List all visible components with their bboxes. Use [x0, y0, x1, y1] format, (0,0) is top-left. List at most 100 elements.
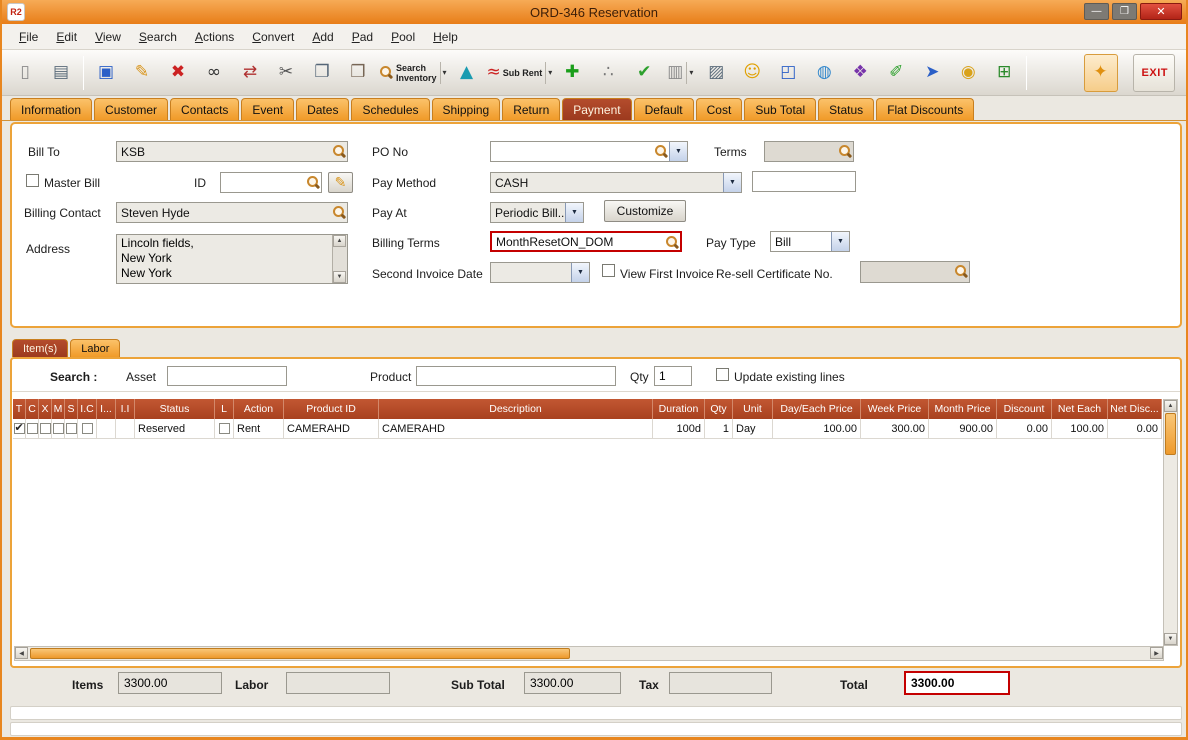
menu-item-convert[interactable]: Convert	[243, 26, 303, 48]
qty-input[interactable]	[654, 366, 692, 386]
save-button[interactable]: ▣	[89, 54, 123, 92]
edit-id-button[interactable]	[328, 172, 353, 193]
menu-item-search[interactable]: Search	[130, 26, 186, 48]
column-header-unit[interactable]: Unit	[733, 399, 773, 419]
resell-certificate-search-icon[interactable]	[953, 262, 969, 282]
column-header-l[interactable]: L	[215, 399, 234, 419]
table-row[interactable]: ReservedRentCAMERAHDCAMERAHD100d1Day100.…	[13, 419, 1162, 439]
pay-type-dropdown-arrow-icon[interactable]	[831, 232, 849, 251]
column-header-idot[interactable]: I...	[97, 399, 116, 419]
product-input[interactable]	[416, 366, 616, 386]
magic-wand-button[interactable]: ✦	[1084, 54, 1118, 92]
column-header-action[interactable]: Action	[234, 399, 284, 419]
tab-status[interactable]: Status	[818, 98, 874, 120]
print-button[interactable]: ▤	[44, 54, 78, 92]
cut-button[interactable]: ✂	[269, 54, 303, 92]
row-checkbox-x[interactable]	[40, 423, 51, 434]
menu-item-actions[interactable]: Actions	[186, 26, 243, 48]
column-header-month_price[interactable]: Month Price	[929, 399, 997, 419]
resell-certificate-field[interactable]	[860, 261, 970, 283]
column-header-product_id[interactable]: Product ID	[284, 399, 379, 419]
package-button[interactable]: ◰	[771, 54, 805, 92]
key-button[interactable]: ➤	[915, 54, 949, 92]
column-header-x[interactable]: X	[39, 399, 52, 419]
terms-search-icon[interactable]	[837, 142, 853, 161]
edit-pencil-button[interactable]: ✎	[125, 54, 159, 92]
column-header-week_price[interactable]: Week Price	[861, 399, 929, 419]
rolls-button[interactable]: ▥▾	[663, 54, 697, 92]
pool-spheres-button[interactable]: ∴	[591, 54, 625, 92]
pay-method-dropdown-arrow-icon[interactable]	[723, 173, 741, 192]
column-header-net_disc[interactable]: Net Disc...	[1108, 399, 1162, 419]
tab-return[interactable]: Return	[502, 98, 560, 120]
scroll-right-icon[interactable]	[1150, 647, 1163, 659]
notes-check-button[interactable]: ✔	[627, 54, 661, 92]
menu-item-help[interactable]: Help	[424, 26, 467, 48]
column-header-day_each_price[interactable]: Day/Each Price	[773, 399, 861, 419]
tab-sub-total[interactable]: Sub Total	[744, 98, 816, 120]
dropdown-arrow-icon[interactable]: ▾	[545, 62, 552, 84]
tab-payment[interactable]: Payment	[562, 98, 631, 120]
row-checkbox-l[interactable]	[219, 423, 230, 434]
scroll-down-icon[interactable]	[1164, 633, 1177, 645]
id-field[interactable]	[220, 172, 322, 193]
new-document-button[interactable]: ▯	[8, 54, 42, 92]
po-no-field[interactable]	[490, 141, 688, 162]
copy-button[interactable]: ❐	[305, 54, 339, 92]
tab-contacts[interactable]: Contacts	[170, 98, 239, 120]
asset-input[interactable]	[167, 366, 287, 386]
second-invoice-date-combobox[interactable]	[490, 262, 590, 283]
pay-method-combobox[interactable]: CASH	[490, 172, 742, 193]
customize-button[interactable]: Customize	[604, 200, 686, 222]
pay-type-combobox[interactable]: Bill	[770, 231, 850, 252]
master-bill-checkbox[interactable]	[26, 174, 39, 187]
billing-contact-search-icon[interactable]	[331, 203, 347, 222]
update-existing-lines-checkbox[interactable]	[716, 368, 729, 381]
tab-schedules[interactable]: Schedules	[351, 98, 429, 120]
coins-button[interactable]: ◉	[951, 54, 985, 92]
menu-item-edit[interactable]: Edit	[47, 26, 86, 48]
column-header-ii[interactable]: I.I	[116, 399, 135, 419]
column-header-t[interactable]: T	[13, 399, 26, 419]
address-scrollbar[interactable]	[332, 235, 347, 283]
delete-button[interactable]: ✖	[161, 54, 195, 92]
dropdown-arrow-icon[interactable]: ▾	[440, 62, 447, 84]
bill-to-field[interactable]: KSB	[116, 141, 348, 162]
address-box[interactable]: Lincoln fields, New York New York	[116, 234, 348, 284]
add-item-button[interactable]: ✚	[555, 54, 589, 92]
column-header-description[interactable]: Description	[379, 399, 653, 419]
scroll-down-icon[interactable]	[333, 271, 346, 283]
tab-default[interactable]: Default	[634, 98, 694, 120]
column-header-s[interactable]: S	[65, 399, 78, 419]
bill-to-search-icon[interactable]	[331, 142, 347, 161]
row-checkbox-t[interactable]	[14, 423, 25, 434]
column-header-status[interactable]: Status	[135, 399, 215, 419]
column-header-m[interactable]: M	[52, 399, 65, 419]
horizontal-scroll-thumb[interactable]	[30, 648, 570, 659]
column-header-duration[interactable]: Duration	[653, 399, 705, 419]
print-invoice-button[interactable]: ▨	[699, 54, 733, 92]
sub-rent-button[interactable]: ≈Sub Rent▾	[486, 54, 554, 92]
globe-button[interactable]: ◍	[807, 54, 841, 92]
column-header-c[interactable]: C	[26, 399, 39, 419]
dropdown-arrow-icon[interactable]: ▾	[686, 62, 693, 84]
minimize-button[interactable]: —	[1084, 3, 1109, 20]
items-tab-item-s-[interactable]: Item(s)	[12, 339, 68, 357]
row-checkbox-s[interactable]	[66, 423, 77, 434]
customer-smiley-button[interactable]: ☺	[735, 54, 769, 92]
pyramid-button[interactable]: ▲	[450, 54, 484, 92]
pay-at-dropdown-arrow-icon[interactable]	[565, 203, 583, 222]
maximize-button[interactable]: ❐	[1112, 3, 1137, 20]
po-no-search-icon[interactable]	[653, 142, 669, 161]
id-search-icon[interactable]	[305, 173, 321, 192]
tab-flat-discounts[interactable]: Flat Discounts	[876, 98, 974, 120]
menu-item-add[interactable]: Add	[303, 26, 342, 48]
billing-terms-field[interactable]: MonthResetON_DOM	[490, 231, 682, 252]
row-checkbox-m[interactable]	[53, 423, 64, 434]
exit-button[interactable]: EXIT	[1133, 54, 1175, 92]
pay-method-extra-field[interactable]	[752, 171, 856, 192]
find-binoculars-button[interactable]: ∞	[197, 54, 231, 92]
items-tab-labor[interactable]: Labor	[70, 339, 120, 357]
column-header-discount[interactable]: Discount	[997, 399, 1052, 419]
column-header-qty[interactable]: Qty	[705, 399, 733, 419]
